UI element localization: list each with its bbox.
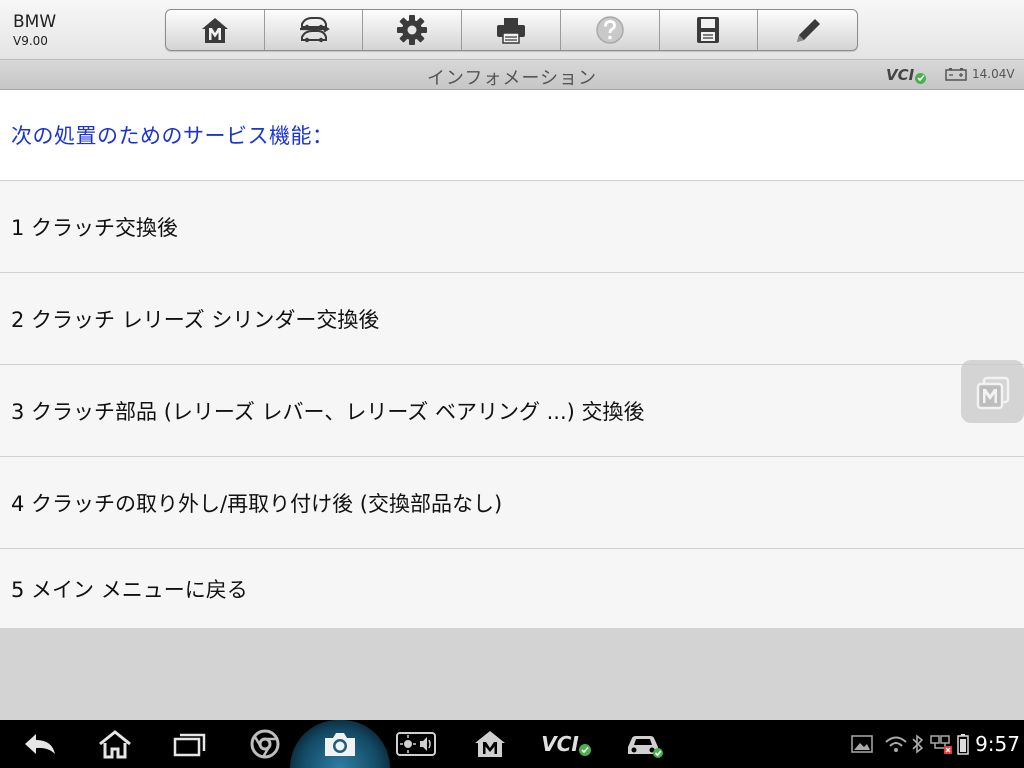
menu-item-label: 2 クラッチ レリーズ シリンダー交換後 (11, 307, 380, 332)
car-battery-icon (945, 68, 967, 81)
edit-button[interactable] (758, 10, 857, 50)
brightness-volume-button[interactable] (395, 720, 437, 768)
list-header-text: 次の処置のためのサービス機能： (11, 124, 334, 148)
help-button[interactable] (561, 10, 660, 50)
car-icon (628, 736, 663, 758)
menu-item-label: 1 クラッチ交換後 (11, 215, 179, 240)
ethernet-disconnected-icon (930, 735, 953, 754)
home-icon (475, 731, 505, 757)
house-icon (99, 730, 131, 759)
recent-apps-button[interactable] (170, 720, 210, 768)
menu-item-1[interactable]: 1 クラッチ交換後 (0, 181, 1024, 273)
home-button[interactable] (166, 10, 265, 50)
check-icon (578, 744, 591, 756)
menu-item-4[interactable]: 4 クラッチの取り外し/再取り付け後 (交換部品なし) (0, 457, 1024, 549)
brightness-volume-icon (396, 732, 436, 756)
save-icon (697, 17, 720, 43)
help-icon (595, 16, 624, 44)
page-title: インフォメーション (426, 68, 598, 89)
pencil-icon (796, 19, 820, 42)
app-version: V9.00 (13, 34, 48, 48)
back-icon (25, 734, 55, 754)
clock: 9:57 (975, 732, 1020, 756)
vehicle-swap-icon (299, 17, 330, 43)
list-header: 次の処置のためのサービス機能： (0, 90, 1024, 181)
menu-item-2[interactable]: 2 クラッチ レリーズ シリンダー交換後 (0, 273, 1024, 365)
camera-button[interactable] (320, 720, 360, 768)
system-nav-bar: VCI 9:57 (0, 720, 1024, 768)
vci-nav-label: VCI (541, 732, 579, 756)
save-button[interactable] (660, 10, 759, 50)
menu-item-3[interactable]: 3 クラッチ部品 (レリーズ レバー、レリーズ ベアリング ...) 交換後 (0, 365, 1024, 457)
battery-status: 14.04V (945, 67, 1015, 81)
browser-button[interactable] (245, 720, 285, 768)
print-button[interactable] (462, 10, 561, 50)
battery-voltage: 14.04V (972, 67, 1015, 81)
menu-item-label: 5 メイン メニューに戻る (11, 577, 248, 602)
back-button[interactable] (20, 720, 60, 768)
vehicle-swap-button[interactable] (265, 10, 364, 50)
battery-icon (957, 734, 969, 755)
check-icon (915, 72, 927, 84)
chrome-icon (250, 729, 280, 759)
status-tray: 9:57 (851, 720, 1024, 768)
app-name: BMW (13, 12, 57, 32)
vci-status: VCI (886, 66, 927, 84)
settings-button[interactable] (363, 10, 463, 50)
app-brand: BMW V9.00 (13, 12, 56, 50)
recent-apps-icon (173, 733, 206, 757)
printer-icon (497, 18, 526, 44)
camera-icon (325, 733, 355, 756)
floating-menu-button[interactable] (961, 360, 1024, 423)
main-toolbar (165, 9, 858, 51)
vci-nav-button[interactable]: VCI (540, 720, 592, 768)
menu-item-label: 3 クラッチ部品 (レリーズ レバー、レリーズ ベアリング ...) 交換後 (11, 399, 645, 424)
top-header: BMW V9.00 (0, 0, 1024, 60)
home-icon (976, 376, 1009, 409)
image-icon (851, 735, 873, 753)
vehicle-nav-button[interactable] (620, 720, 668, 768)
bluetooth-icon (912, 734, 924, 754)
menu-item-label: 4 クラッチの取り外し/再取り付け後 (交換部品なし) (11, 491, 503, 516)
gear-icon (397, 15, 428, 45)
service-function-list: 次の処置のためのサービス機能： 1 クラッチ交換後 2 クラッチ レリーズ シリ… (0, 90, 1024, 629)
home-icon (201, 18, 228, 43)
menu-item-5[interactable]: 5 メイン メニューに戻る (0, 549, 1024, 629)
wifi-icon (885, 736, 907, 752)
title-bar: インフォメーション VCI 14.04V (0, 60, 1024, 90)
vci-label: VCI (886, 66, 915, 84)
app-home-button[interactable] (470, 720, 510, 768)
home-nav-button[interactable] (95, 720, 135, 768)
